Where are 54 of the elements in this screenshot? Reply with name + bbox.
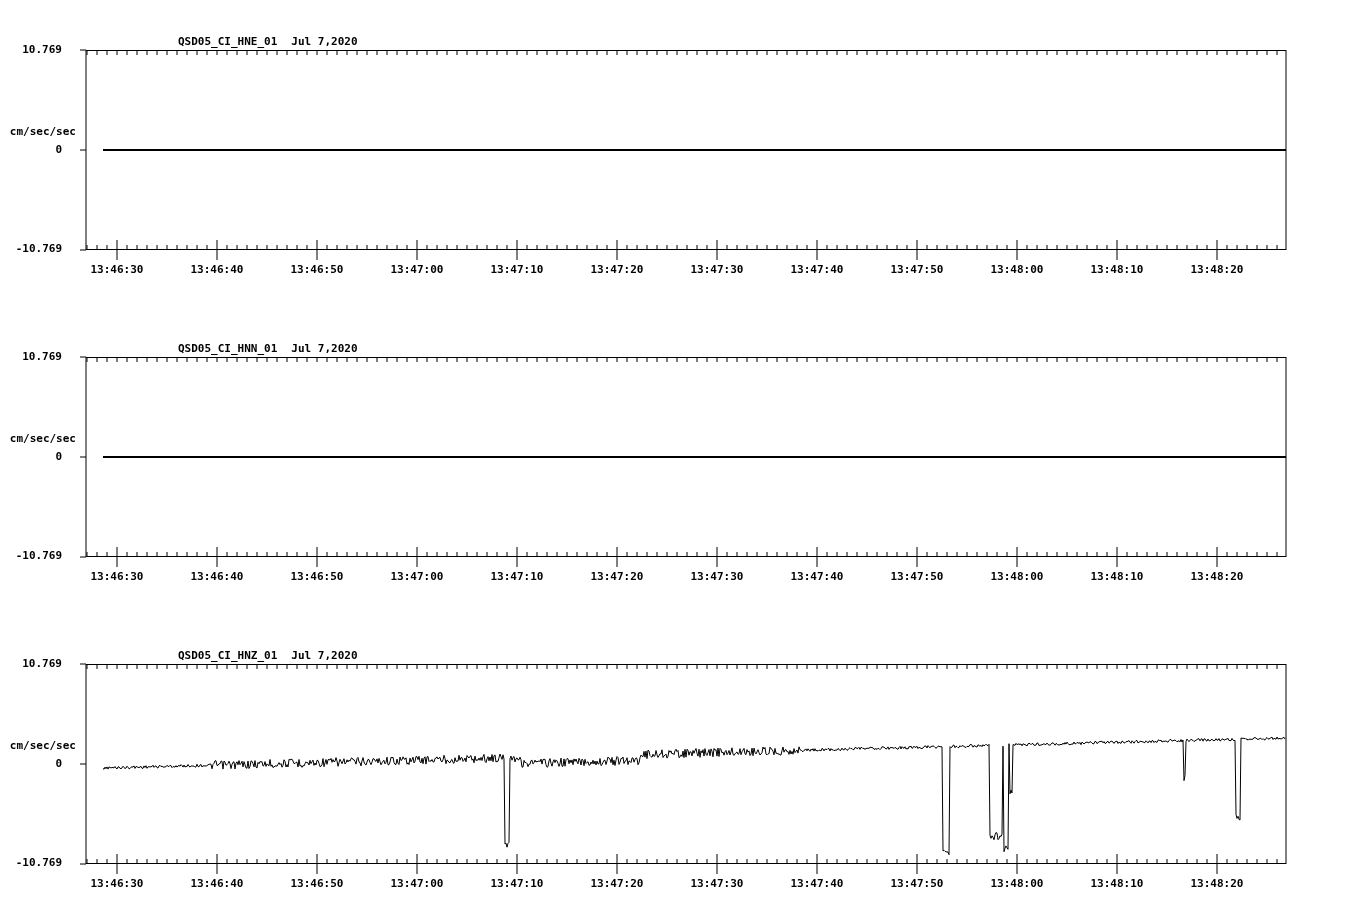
axis-label: -10.769: [15, 242, 62, 256]
time-label: 13:46:40: [189, 877, 245, 891]
axis-label: 0: [55, 757, 62, 771]
time-label: 13:47:20: [589, 263, 645, 277]
time-label: 13:47:30: [689, 570, 745, 584]
axis-unit-label: cm/sec/sec: [9, 125, 76, 139]
axis-unit-label: cm/sec/sec: [9, 739, 76, 753]
axis-label: 10.769: [22, 350, 62, 364]
time-label: 13:46:30: [89, 877, 145, 891]
time-label: 13:47:10: [489, 570, 545, 584]
chart-title: QSD05_CI_HNN_01: [178, 342, 278, 356]
time-label: 13:48:10: [1089, 877, 1145, 891]
chart-date: Jul 7,2020: [291, 649, 358, 663]
time-label: 13:48:00: [989, 570, 1045, 584]
time-label: 13:47:00: [389, 263, 445, 277]
time-label: 13:46:40: [189, 263, 245, 277]
time-label: 13:48:20: [1189, 263, 1245, 277]
axis-label: 10.769: [22, 43, 62, 57]
time-label: 13:46:50: [289, 877, 345, 891]
chart-date: Jul 7,2020: [291, 342, 358, 356]
time-label: 13:47:00: [389, 877, 445, 891]
time-label: 13:47:30: [689, 877, 745, 891]
time-label: 13:46:50: [289, 570, 345, 584]
time-label: 13:46:50: [289, 263, 345, 277]
time-label: 13:46:30: [89, 570, 145, 584]
time-label: 13:48:00: [989, 263, 1045, 277]
time-label: 13:47:20: [589, 877, 645, 891]
axis-label: 0: [55, 450, 62, 464]
axis-label: -10.769: [15, 549, 62, 563]
time-label: 13:47:20: [589, 570, 645, 584]
chart-date: Jul 7,2020: [291, 35, 358, 49]
time-label: 13:47:40: [789, 570, 845, 584]
axis-label: 0: [55, 143, 62, 157]
time-label: 13:47:30: [689, 263, 745, 277]
time-label: 13:47:00: [389, 570, 445, 584]
time-label: 13:47:10: [489, 877, 545, 891]
time-label: 13:46:30: [89, 263, 145, 277]
time-label: 13:46:40: [189, 570, 245, 584]
time-label: 13:48:20: [1189, 877, 1245, 891]
time-label: 13:47:50: [889, 570, 945, 584]
time-label: 13:48:20: [1189, 570, 1245, 584]
time-label: 13:47:40: [789, 877, 845, 891]
chart-title: QSD05_CI_HNZ_01: [178, 649, 278, 663]
axis-label: 10.769: [22, 657, 62, 671]
axis-label: -10.769: [15, 856, 62, 870]
axis-unit-label: cm/sec/sec: [9, 432, 76, 446]
time-label: 13:48:00: [989, 877, 1045, 891]
time-label: 13:48:10: [1089, 263, 1145, 277]
time-label: 13:47:40: [789, 263, 845, 277]
time-label: 13:47:50: [889, 877, 945, 891]
chart-title: QSD05_CI_HNE_01: [178, 35, 278, 49]
time-label: 13:48:10: [1089, 570, 1145, 584]
time-label: 13:47:10: [489, 263, 545, 277]
time-label: 13:47:50: [889, 263, 945, 277]
